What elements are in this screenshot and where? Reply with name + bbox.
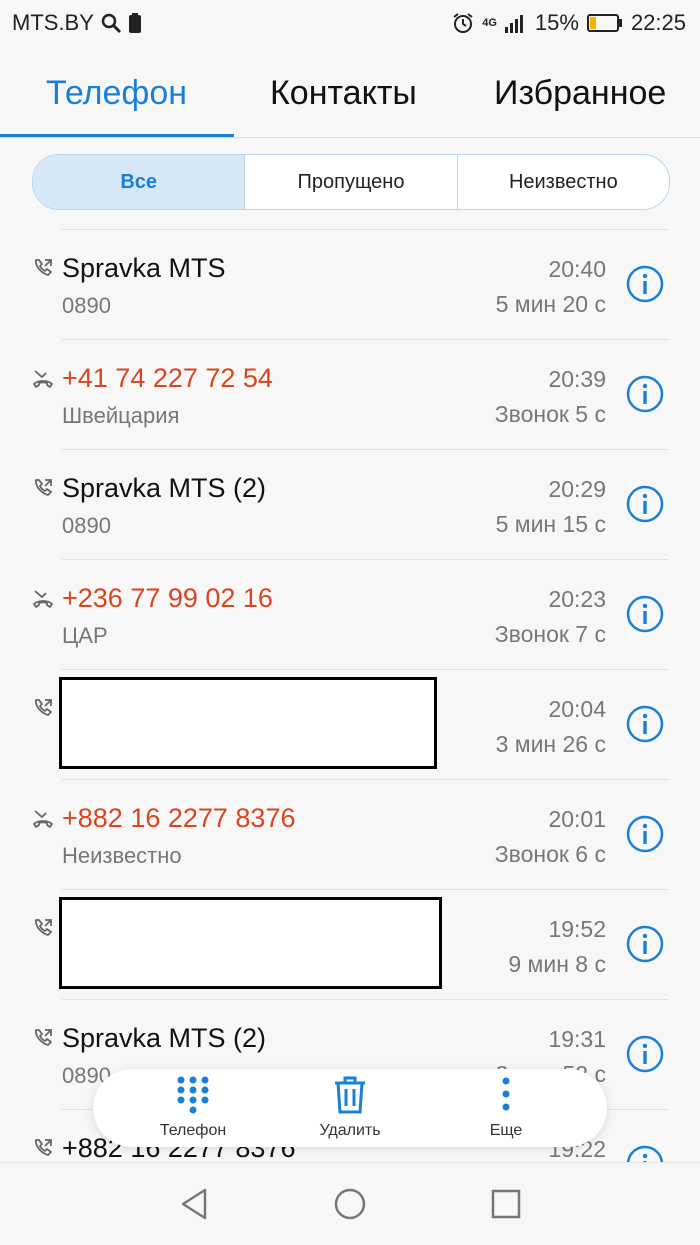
row-divider <box>62 339 668 340</box>
info-icon[interactable] <box>626 485 664 523</box>
bottom-action-bar: Телефон Удалить Еще <box>93 1069 607 1147</box>
outgoing-call-icon <box>32 257 54 279</box>
caller-name: Spravka MTS (2) <box>62 1023 267 1053</box>
info-icon[interactable] <box>626 1035 664 1073</box>
call-time: 20:39 <box>548 366 606 392</box>
row-divider <box>62 999 668 1000</box>
back-icon[interactable] <box>177 1187 211 1221</box>
call-log-row[interactable]: Spravka MTS 0890 20:40 5 мин 20 с <box>0 229 700 339</box>
system-nav-bar <box>0 1162 700 1245</box>
delete-button[interactable]: Удалить <box>280 1069 420 1147</box>
call-time: 20:29 <box>548 476 606 502</box>
status-bar: MTS.BY 4G 15% 22:25 <box>0 0 700 48</box>
caller-subtitle: Швейцария <box>62 403 180 428</box>
call-duration: Звонок 7 с <box>494 621 606 647</box>
call-time: 20:01 <box>548 806 606 832</box>
delete-label: Удалить <box>319 1122 381 1139</box>
call-log-row[interactable]: +882 16 2277 8376 Неизвестно 20:01 Звонок 6… <box>0 779 700 889</box>
info-icon[interactable] <box>626 595 664 633</box>
call-log-row[interactable]: Spravka MTS (2) 0890 20:29 5 мин 15 с <box>0 449 700 559</box>
caller-name: Spravka MTS (2) <box>62 473 267 503</box>
battery-icon <box>586 14 622 32</box>
home-icon[interactable] <box>333 1187 367 1221</box>
outgoing-call-icon <box>32 1137 54 1159</box>
row-divider <box>62 669 668 670</box>
call-time: 20:23 <box>548 586 606 612</box>
caller-subtitle: Неизвестно <box>62 843 182 868</box>
dialpad-icon <box>177 1076 209 1114</box>
row-divider <box>62 889 668 890</box>
missed-call-icon <box>32 367 54 389</box>
call-duration: 5 мин 15 с <box>495 511 606 537</box>
info-icon[interactable] <box>626 375 664 413</box>
clock: 22:25 <box>630 10 686 35</box>
caller-subtitle: 0890 <box>62 513 111 538</box>
row-divider <box>62 229 668 230</box>
battery-alert-icon <box>128 13 141 33</box>
tab-contacts[interactable]: Контакты <box>270 74 417 113</box>
call-time: 19:52 <box>548 916 606 942</box>
carrier-label: MTS.BY <box>12 10 94 35</box>
trash-icon <box>335 1076 365 1114</box>
signal-icon <box>504 15 523 33</box>
call-log-row[interactable]: +236 77 99 02 16 ЦАР 20:23 Звонок 7 с <box>0 559 700 669</box>
dialpad-label: Телефон <box>159 1122 227 1139</box>
call-log-row[interactable]: 19:52 9 мин 8 с <box>0 889 700 999</box>
call-time: 20:04 <box>548 696 606 722</box>
call-duration: 3 мин 26 с <box>495 731 606 757</box>
redacted-contact <box>59 897 442 989</box>
caller-subtitle: ЦАР <box>62 623 108 648</box>
call-log-row[interactable]: 20:04 3 мин 26 с <box>0 669 700 779</box>
call-log-row[interactable]: +41 74 227 72 54 Швейцария 20:39 Звонок 5 с <box>0 339 700 449</box>
recents-icon[interactable] <box>489 1187 523 1221</box>
tab-divider <box>0 137 700 138</box>
call-duration: 5 мин 20 с <box>495 291 606 317</box>
network-type: 4G <box>482 17 497 29</box>
filter-missed[interactable]: Пропущено <box>244 155 456 209</box>
info-icon[interactable] <box>626 815 664 853</box>
dialpad-button[interactable]: Телефон <box>123 1069 263 1147</box>
filter-unknown[interactable]: Неизвестно <box>456 155 669 209</box>
missed-call-icon <box>32 807 54 829</box>
more-label: Еще <box>489 1122 523 1139</box>
row-divider <box>62 449 668 450</box>
call-duration: Звонок 5 с <box>494 401 606 427</box>
call-duration: 9 мин 8 с <box>508 951 606 977</box>
call-filter: Все Пропущено Неизвестно <box>32 154 670 210</box>
row-divider <box>62 779 668 780</box>
info-icon[interactable] <box>626 705 664 743</box>
caller-subtitle: 0890 <box>62 293 111 318</box>
battery-percent: 15% <box>534 10 579 35</box>
more-button[interactable]: Еще <box>436 1069 576 1147</box>
alarm-icon <box>453 13 473 33</box>
call-duration: Звонок 6 с <box>494 841 606 867</box>
call-log-list: Spravka MTS 0890 20:40 5 мин 20 с +41 74 227… <box>0 229 700 1164</box>
caller-name: Spravka MTS <box>62 253 226 283</box>
call-time: 19:31 <box>548 1026 606 1052</box>
tab-bar: Телефон Контакты Избранное <box>0 48 700 140</box>
redacted-contact <box>59 677 437 769</box>
caller-name: +236 77 99 02 16 <box>62 583 273 613</box>
info-icon[interactable] <box>626 925 664 963</box>
filter-all[interactable]: Все <box>33 155 245 209</box>
missed-call-icon <box>32 587 54 609</box>
outgoing-call-icon <box>32 697 54 719</box>
outgoing-call-icon <box>32 1027 54 1049</box>
row-divider <box>62 559 668 560</box>
tab-favorites[interactable]: Избранное <box>494 74 666 113</box>
caller-name: +41 74 227 72 54 <box>62 363 273 393</box>
call-time: 20:40 <box>548 256 606 282</box>
more-vertical-icon <box>502 1077 510 1111</box>
tab-phone[interactable]: Телефон <box>46 74 187 113</box>
outgoing-call-icon <box>32 477 54 499</box>
outgoing-call-icon <box>32 917 54 939</box>
info-icon[interactable] <box>626 265 664 303</box>
search-icon <box>101 13 121 34</box>
caller-name: +882 16 2277 8376 <box>62 803 296 833</box>
